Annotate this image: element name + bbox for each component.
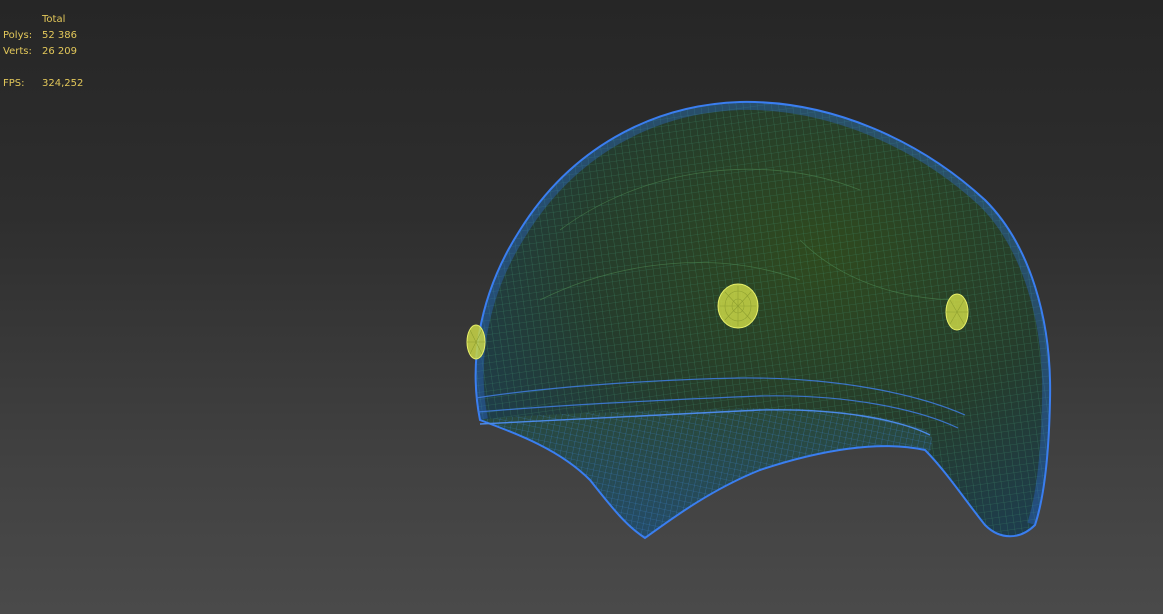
vent-marker-right bbox=[945, 293, 969, 331]
stats-header-row: Total bbox=[3, 12, 83, 28]
vent-marker-left bbox=[466, 324, 486, 360]
fps-value: 324,252 bbox=[42, 78, 84, 89]
viewport[interactable]: Total Polys: 52 386 Verts: 26 209 FPS: 3… bbox=[0, 0, 1163, 614]
helmet-mesh[interactable] bbox=[0, 0, 1163, 614]
stats-header: Total bbox=[42, 14, 66, 25]
stats-fps-row: FPS: 324,252 bbox=[3, 76, 83, 92]
helmet-shell bbox=[474, 100, 1052, 540]
polys-label: Polys: bbox=[3, 30, 33, 41]
vent-marker-center bbox=[717, 283, 759, 329]
statistics-overlay: Total Polys: 52 386 Verts: 26 209 FPS: 3… bbox=[3, 12, 83, 92]
fps-label: FPS: bbox=[3, 78, 25, 89]
stats-polys-row: Polys: 52 386 bbox=[3, 28, 83, 44]
polys-value: 52 386 bbox=[42, 30, 77, 41]
stats-verts-row: Verts: 26 209 bbox=[3, 44, 83, 60]
verts-value: 26 209 bbox=[42, 46, 77, 57]
verts-label: Verts: bbox=[3, 46, 32, 57]
